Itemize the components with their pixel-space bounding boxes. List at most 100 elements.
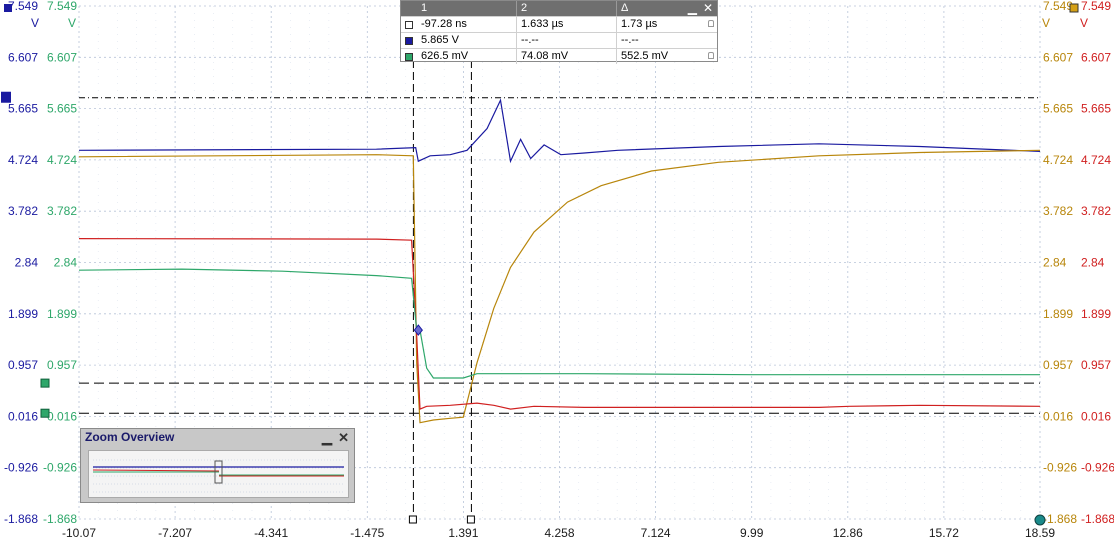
ruler-value: 626.5 mV xyxy=(417,49,517,64)
ruler-header-2: 2 xyxy=(517,1,617,16)
yellow-axis-marker[interactable] xyxy=(1069,3,1079,13)
y-tick-label: 5.665 xyxy=(8,102,38,116)
ruler-row-blue: 5.865 V --.-- --.-- xyxy=(401,32,717,48)
y-tick-label: -1.868 xyxy=(43,512,77,526)
y-tick-label: 3.782 xyxy=(47,204,77,218)
left-axis-channel-a: 7.549 6.607 5.665 4.724 3.782 2.84 1.899 0.957 0… xyxy=(4,0,39,526)
ruler-header-1: 1 xyxy=(417,1,517,16)
y-tick-label: 4.724 xyxy=(1043,153,1073,167)
time-ruler-handle[interactable] xyxy=(466,515,475,524)
minimize-icon[interactable]: ▁ xyxy=(322,429,332,446)
y-tick-label: 7.549 xyxy=(1081,0,1111,13)
y-tick-label: 2.84 xyxy=(54,256,78,270)
green-ruler-handle[interactable] xyxy=(40,408,50,418)
close-icon[interactable]: ✕ xyxy=(703,1,713,15)
zoom-overview-title: Zoom Overview xyxy=(85,430,175,444)
y-tick-label: 0.016 xyxy=(47,409,77,423)
green-ruler-swatch xyxy=(405,52,413,61)
minimize-icon[interactable]: ▁ xyxy=(688,1,697,15)
y-tick-label: 0.016 xyxy=(1043,409,1073,423)
zoom-overview-window[interactable]: Zoom Overview ▁ ✕ xyxy=(80,428,355,503)
y-tick-label: 1.899 xyxy=(1081,307,1111,321)
y-tick-label: 0.957 xyxy=(47,358,77,372)
y-tick-label: -0.926 xyxy=(1043,461,1077,475)
ruler-value: -97.28 ns xyxy=(417,17,517,32)
y-tick-label: 4.724 xyxy=(1081,153,1111,167)
axis-unit-label: V xyxy=(68,16,76,30)
y-tick-label: -1.868 xyxy=(1043,512,1077,526)
ruler-delta: 552.5 mV xyxy=(621,50,669,62)
ruler-header-delta-label: Δ xyxy=(621,2,629,14)
ruler-row-time: -97.28 ns 1.633 µs 1.73 µs xyxy=(401,16,717,32)
ruler-table[interactable]: 1 2 Δ ▁ ✕ -97.28 ns 1.633 µs 1.73 µs 5.8… xyxy=(400,0,718,64)
blue-axis-marker[interactable] xyxy=(4,4,12,12)
y-tick-label: 6.607 xyxy=(47,50,77,64)
y-tick-label: 5.665 xyxy=(1081,102,1111,116)
x-tick-label: 15.72 xyxy=(929,526,959,540)
zoom-overview-thumbnail xyxy=(92,459,344,493)
lock-icon[interactable] xyxy=(708,20,714,27)
ruler-header-delta: Δ ▁ ✕ xyxy=(617,1,717,16)
y-tick-label: 7.549 xyxy=(47,0,77,13)
blue-ruler-swatch xyxy=(405,36,413,45)
y-tick-label: -1.868 xyxy=(1081,512,1114,526)
y-tick-label: 7.549 xyxy=(8,0,38,13)
right-axis-channel-c: 7.549 6.607 5.665 4.724 3.782 2.84 1.899 0.957 0… xyxy=(1080,0,1114,526)
y-tick-label: 0.957 xyxy=(1081,358,1111,372)
y-tick-label: 6.607 xyxy=(8,50,38,64)
zoom-overview-titlebar[interactable]: Zoom Overview ▁ ✕ xyxy=(81,429,354,446)
y-tick-label: 3.782 xyxy=(8,204,38,218)
ruler-delta: 1.73 µs xyxy=(621,18,658,30)
y-tick-label: 6.607 xyxy=(1043,50,1073,64)
x-tick-label: -7.207 xyxy=(158,526,192,540)
x-tick-label: 18.59 xyxy=(1025,526,1055,540)
left-axis-channel-d: 7.549 6.607 5.665 4.724 3.782 2.84 1.899 0.957 0… xyxy=(43,0,77,526)
y-tick-label: 2.84 xyxy=(15,256,39,270)
y-tick-label: 1.899 xyxy=(8,307,38,321)
y-tick-label: 5.665 xyxy=(47,102,77,116)
time-ruler-handle[interactable] xyxy=(408,515,417,524)
y-tick-label: 1.899 xyxy=(1043,307,1073,321)
ruler-value: 5.865 V xyxy=(417,33,517,48)
y-tick-label: -0.926 xyxy=(4,461,38,475)
y-tick-label: 3.782 xyxy=(1043,204,1073,218)
y-tick-label: 3.782 xyxy=(1081,204,1111,218)
ruler-delta: --.-- xyxy=(621,34,639,46)
trigger-marker[interactable] xyxy=(1034,514,1046,526)
time-ruler-swatch xyxy=(405,20,413,29)
green-ruler-handle[interactable] xyxy=(40,378,50,388)
axis-unit-label: V xyxy=(31,16,39,30)
y-tick-label: -1.868 xyxy=(4,512,38,526)
right-axis-channel-b: 7.549 6.607 5.665 4.724 3.782 2.84 1.899 0.957 0… xyxy=(1042,0,1077,526)
x-tick-label: 7.124 xyxy=(641,526,671,540)
x-tick-label: -4.341 xyxy=(254,526,288,540)
ruler-value: 74.08 mV xyxy=(517,49,617,64)
y-tick-label: -0.926 xyxy=(1081,461,1114,475)
y-tick-label: 7.549 xyxy=(1043,0,1073,13)
y-tick-label: 4.724 xyxy=(47,153,77,167)
x-tick-label: 9.99 xyxy=(740,526,764,540)
y-tick-label: 4.724 xyxy=(8,153,38,167)
ruler-table-header: 1 2 Δ ▁ ✕ xyxy=(401,1,717,16)
ruler-value: --.-- xyxy=(517,33,617,48)
lock-icon[interactable] xyxy=(708,52,714,59)
x-tick-label: 4.258 xyxy=(544,526,574,540)
y-tick-label: 2.84 xyxy=(1043,256,1067,270)
x-tick-label: -1.475 xyxy=(350,526,384,540)
close-icon[interactable]: ✕ xyxy=(338,429,349,446)
y-tick-label: 6.607 xyxy=(1081,50,1111,64)
y-tick-label: 1.899 xyxy=(47,307,77,321)
ruler-row-green: 626.5 mV 74.08 mV 552.5 mV xyxy=(401,48,717,64)
zoom-overview-preview[interactable] xyxy=(88,450,349,498)
thumb-trace xyxy=(92,469,220,472)
y-tick-label: 0.957 xyxy=(8,358,38,372)
x-tick-label: 1.391 xyxy=(448,526,478,540)
y-tick-label: 2.84 xyxy=(1081,256,1105,270)
y-tick-label: 0.957 xyxy=(1043,358,1073,372)
y-tick-label: -0.926 xyxy=(43,461,77,475)
y-tick-label: 0.016 xyxy=(8,409,38,423)
x-tick-label: -10.07 xyxy=(62,526,96,540)
blue-ruler-handle[interactable] xyxy=(1,91,11,103)
x-tick-label: 12.86 xyxy=(833,526,863,540)
x-axis: -10.07 -7.207 -4.341 -1.475 1.391 4.258 7.124 9… xyxy=(62,526,1055,540)
